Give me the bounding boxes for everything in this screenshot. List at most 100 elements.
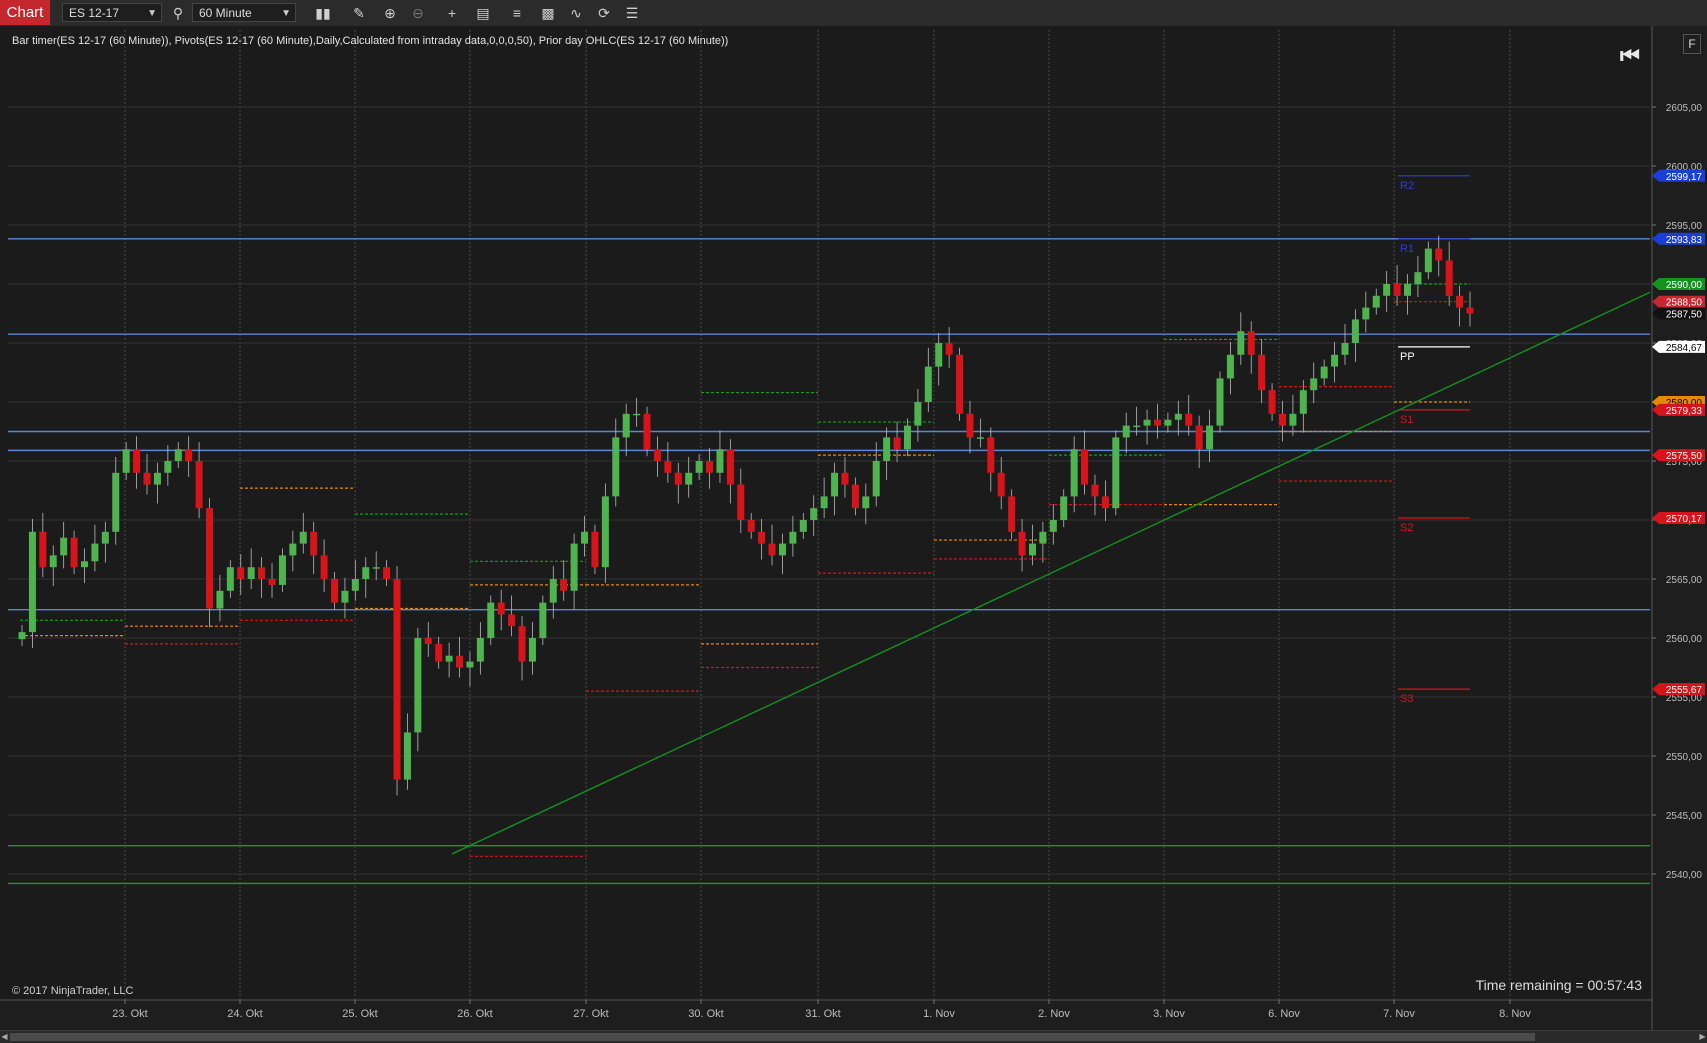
candle-body <box>601 496 609 568</box>
candle-body <box>1341 343 1349 355</box>
instrument-selector[interactable]: ES 12-17 ▼ <box>62 3 162 22</box>
horizontal-scrollbar[interactable]: ◀ ▶ <box>0 1030 1707 1043</box>
candle-body <box>1414 272 1422 284</box>
candle-body <box>393 579 401 780</box>
x-tick-label-5: 30. Okt <box>688 1008 723 1020</box>
candle-body <box>1289 413 1297 426</box>
candle-body <box>1122 425 1130 438</box>
candle-body <box>372 567 380 569</box>
zoom-out-icon[interactable]: ⊖ <box>407 3 429 23</box>
candle-body <box>278 555 286 585</box>
chart-toolbar: Chart ES 12-17 ▼ ⚲ 60 Minute ▼ ▮▮ ✎ ⊕ ⊖ … <box>0 0 1707 27</box>
candle-115 <box>1216 371 1224 433</box>
scroll-right-icon[interactable]: ▶ <box>1698 1031 1707 1043</box>
candle-body <box>612 437 620 497</box>
candle-body <box>341 590 349 603</box>
fix-scale-button[interactable]: F <box>1683 34 1701 54</box>
candle-body <box>424 638 432 644</box>
price-marker-9: 2570,17 <box>1652 511 1705 525</box>
draw-pencil-icon[interactable]: ✎ <box>348 3 370 23</box>
candle-body <box>268 579 276 585</box>
price-marker-label: 2590,00 <box>1666 280 1703 291</box>
properties-list-icon[interactable]: ☰ <box>621 3 643 23</box>
scrollbar-thumb[interactable] <box>10 1033 1535 1041</box>
candle-body <box>903 425 911 450</box>
candle-body <box>508 614 516 627</box>
candle-body <box>153 472 161 485</box>
candle-body <box>487 602 495 638</box>
candle-body <box>1101 496 1109 509</box>
candle-body <box>143 472 151 485</box>
candle-body <box>289 543 297 556</box>
candle-body <box>1237 331 1245 355</box>
candle-body <box>1445 260 1453 296</box>
scroll-left-icon[interactable]: ◀ <box>0 1031 9 1043</box>
price-marker-label: 2584,67 <box>1666 343 1703 354</box>
crosshair-icon[interactable]: + <box>441 3 463 23</box>
candle-body <box>1216 378 1224 426</box>
candle-body <box>1383 284 1391 296</box>
candle-body <box>789 531 797 544</box>
candle-body <box>1372 295 1380 308</box>
strategies-icon[interactable]: ▩ <box>537 3 559 23</box>
candle-18 <box>206 498 214 628</box>
price-marker-label: 2588,50 <box>1666 298 1703 309</box>
interval-selector[interactable]: 60 Minute ▼ <box>192 3 296 22</box>
chart-tab[interactable]: Chart <box>0 0 50 25</box>
candle-body <box>862 496 870 509</box>
candle-body <box>1039 531 1047 544</box>
candle-body <box>966 413 974 438</box>
candle-body <box>70 537 78 568</box>
search-icon[interactable]: ⚲ <box>167 3 189 23</box>
candle-body <box>831 472 839 497</box>
candle-body <box>403 732 411 780</box>
copyright-text: © 2017 NinjaTrader, LLC <box>12 985 134 997</box>
zoom-in-icon[interactable]: ⊕ <box>379 3 401 23</box>
pivot-label-pp: PP <box>1400 351 1415 363</box>
candle-body <box>560 579 568 591</box>
x-tick-label-2: 25. Okt <box>342 1008 377 1020</box>
candle-body <box>383 567 391 579</box>
candle-body <box>1456 295 1464 308</box>
price-marker-label: 2570,17 <box>1666 514 1703 525</box>
price-chart[interactable]: R2R1PPS1S2S32605,002600,002595,002590,00… <box>0 26 1707 1030</box>
candle-body <box>195 461 203 509</box>
candle-body <box>1403 284 1411 296</box>
candle-body <box>133 449 141 473</box>
pivot-label-r2: R2 <box>1400 180 1414 192</box>
refresh-icon[interactable]: ⟳ <box>593 3 615 23</box>
x-tick-label-1: 24. Okt <box>227 1008 262 1020</box>
candle-body <box>1028 543 1036 556</box>
candle-body <box>674 472 682 485</box>
skip-to-end-icon[interactable]: ⏮ <box>1620 44 1640 68</box>
price-marker-2: 2590,00 <box>1652 278 1705 291</box>
y-tick-label-2: 2595,00 <box>1666 221 1703 232</box>
price-marker-label: 2579,33 <box>1666 406 1703 417</box>
candle-body <box>1424 248 1432 273</box>
candle-body <box>841 472 849 485</box>
bar-type-icon[interactable]: ▮▮ <box>312 3 334 23</box>
x-tick-label-11: 7. Nov <box>1383 1008 1415 1020</box>
price-marker-7: 2579,33 <box>1652 403 1705 417</box>
indicators-icon[interactable]: ≡ <box>506 3 528 23</box>
candle-body <box>591 531 599 568</box>
candle-body <box>1153 419 1161 426</box>
candle-body <box>872 461 880 497</box>
candle-body <box>1247 331 1255 355</box>
candle-body <box>299 531 307 544</box>
candle-body <box>976 437 984 439</box>
candle-body <box>258 567 266 579</box>
interval-value: 60 Minute <box>199 6 252 20</box>
candle-body <box>91 543 99 562</box>
candle-body <box>1091 484 1099 497</box>
y-tick-label-13: 2540,00 <box>1666 870 1703 881</box>
pivot-label-s2: S2 <box>1400 522 1413 534</box>
candle-body <box>497 602 505 615</box>
chart-trader-icon[interactable]: ∿ <box>565 3 587 23</box>
price-marker-label: 2599,17 <box>1666 172 1703 183</box>
candle-body <box>622 413 630 438</box>
data-box-icon[interactable]: ▤ <box>472 3 494 23</box>
price-marker-label: 2593,83 <box>1666 235 1703 246</box>
price-marker-1: 2593,83 <box>1652 232 1705 246</box>
candle-body <box>737 484 745 520</box>
